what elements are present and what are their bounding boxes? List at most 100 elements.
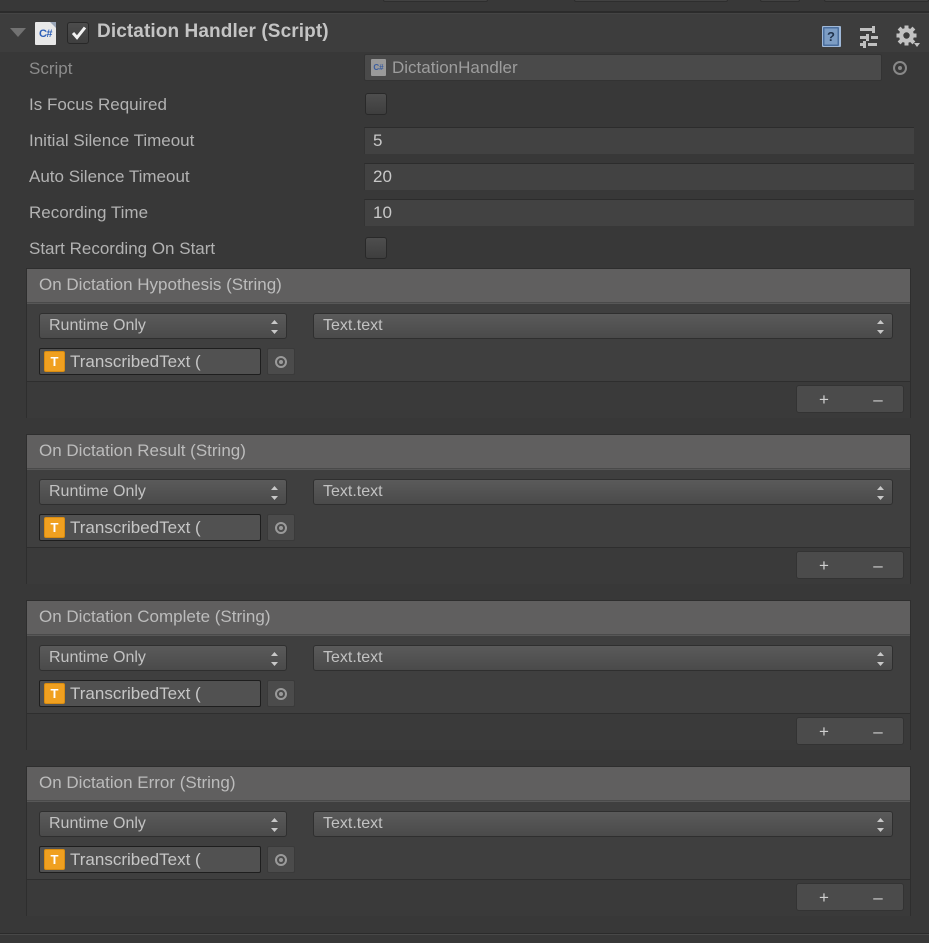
listener-method-label: Text.text — [323, 815, 383, 832]
event-footer-on-dictation-complete: + – — [26, 713, 911, 750]
listener-mode-dropdown[interactable]: Runtime Only — [39, 645, 287, 671]
script-object-field[interactable]: C# DictationHandler — [364, 54, 882, 81]
component-enabled-checkbox[interactable] — [67, 22, 89, 44]
add-listener-button[interactable]: + — [797, 386, 851, 414]
preset-icon[interactable] — [857, 24, 883, 50]
remove-listener-button[interactable]: – — [851, 552, 905, 580]
listener-method-dropdown[interactable]: Text.text — [313, 479, 893, 505]
add-remove-listener-buttons: + – — [796, 385, 904, 413]
property-label: Start Recording On Start — [29, 239, 216, 258]
add-listener-button[interactable]: + — [797, 884, 851, 912]
object-picker-icon — [275, 522, 287, 534]
start-recording-on-start-checkbox[interactable] — [365, 237, 387, 259]
chevron-updown-icon — [876, 485, 885, 506]
chevron-updown-icon — [270, 319, 279, 340]
event-listener-row: Runtime Only Text.text T TranscribedText… — [27, 801, 910, 880]
listener-method-dropdown[interactable]: Text.text — [313, 811, 893, 837]
listener-mode-label: Runtime Only — [49, 815, 146, 832]
field-fragment — [574, 0, 728, 2]
field-value: 10 — [373, 203, 392, 222]
listener-mode-label: Runtime Only — [49, 317, 146, 334]
field-fragment — [824, 0, 929, 2]
event-header[interactable]: On Dictation Error (String) — [27, 767, 910, 801]
text-component-icon: T — [44, 849, 65, 870]
chevron-updown-icon — [270, 817, 279, 838]
listener-method-dropdown[interactable]: Text.text — [313, 645, 893, 671]
script-object-name: DictationHandler — [392, 57, 518, 77]
property-row-script: Script C# DictationHandler — [0, 52, 929, 88]
object-picker-button[interactable] — [267, 680, 295, 707]
chevron-updown-icon — [270, 485, 279, 506]
event-footer-on-dictation-result: + – — [26, 547, 911, 584]
object-picker-button[interactable] — [267, 846, 295, 873]
field-fragment — [760, 0, 800, 2]
initial-silence-timeout-input[interactable]: 5 — [364, 127, 914, 154]
csharp-script-icon: C# — [35, 22, 56, 45]
text-component-icon: T — [44, 517, 65, 538]
event-listener-row: Runtime Only Text.text T TranscribedText… — [27, 635, 910, 714]
listener-target-name: TranscribedText ( — [70, 351, 201, 371]
event-header[interactable]: On Dictation Complete (String) — [27, 601, 910, 635]
object-picker-icon — [275, 356, 287, 368]
recording-time-input[interactable]: 10 — [364, 199, 914, 226]
object-picker-icon — [275, 854, 287, 866]
settings-gear-icon[interactable] — [895, 24, 921, 50]
listener-method-label: Text.text — [323, 483, 383, 500]
listener-target-name: TranscribedText ( — [70, 517, 201, 537]
chevron-updown-icon — [876, 651, 885, 672]
auto-silence-timeout-input[interactable]: 20 — [364, 163, 914, 190]
add-listener-button[interactable]: + — [797, 718, 851, 746]
listener-mode-dropdown[interactable]: Runtime Only — [39, 313, 287, 339]
property-label: Initial Silence Timeout — [29, 131, 195, 150]
object-picker-button[interactable] — [267, 348, 295, 375]
property-row-start-recording-on-start: Start Recording On Start — [0, 232, 929, 268]
property-row-auto-silence-timeout: Auto Silence Timeout 20 — [0, 160, 929, 196]
event-block-on-dictation-complete: On Dictation Complete (String) Runtime O… — [26, 600, 911, 714]
listener-target-object-field[interactable]: T TranscribedText ( — [39, 348, 261, 375]
listener-target-object-field[interactable]: T TranscribedText ( — [39, 846, 261, 873]
event-title: On Dictation Result (String) — [39, 441, 246, 460]
listener-mode-dropdown[interactable]: Runtime Only — [39, 811, 287, 837]
property-label: Recording Time — [29, 203, 149, 222]
listener-target-object-field[interactable]: T TranscribedText ( — [39, 514, 261, 541]
listener-method-label: Text.text — [323, 649, 383, 666]
property-row-initial-silence-timeout: Initial Silence Timeout 5 — [0, 124, 929, 160]
remove-listener-button[interactable]: – — [851, 718, 905, 746]
previous-component-fragment — [0, 0, 929, 11]
foldout-triangle-icon[interactable] — [10, 28, 26, 37]
event-footer-on-dictation-error: + – — [26, 879, 911, 916]
header-icon-group: ? — [819, 24, 921, 50]
event-footer: + – — [27, 880, 910, 916]
property-label: Script — [29, 59, 73, 78]
add-listener-button[interactable]: + — [797, 552, 851, 580]
property-label: Is Focus Required — [29, 95, 167, 114]
is-focus-required-checkbox[interactable] — [365, 93, 387, 115]
text-component-icon: T — [44, 683, 65, 704]
add-remove-listener-buttons: + – — [796, 883, 904, 911]
event-footer-on-dictation-hypothesis: + – — [26, 381, 911, 418]
listener-method-dropdown[interactable]: Text.text — [313, 313, 893, 339]
property-row-is-focus-required: Is Focus Required — [0, 88, 929, 124]
help-icon[interactable]: ? — [819, 24, 845, 50]
listener-method-label: Text.text — [323, 317, 383, 334]
listener-mode-label: Runtime Only — [49, 649, 146, 666]
field-value: 20 — [373, 167, 392, 186]
event-footer: + – — [27, 548, 910, 584]
add-remove-listener-buttons: + – — [796, 717, 904, 745]
event-block-on-dictation-hypothesis: On Dictation Hypothesis (String) Runtime… — [26, 268, 911, 382]
object-picker-icon[interactable] — [893, 61, 907, 75]
checkmark-icon — [71, 26, 87, 40]
remove-listener-button[interactable]: – — [851, 386, 905, 414]
chevron-updown-icon — [270, 651, 279, 672]
object-picker-button[interactable] — [267, 514, 295, 541]
event-header[interactable]: On Dictation Hypothesis (String) — [27, 269, 910, 303]
component-header[interactable]: C# Dictation Handler (Script) ? — [0, 14, 929, 52]
event-header[interactable]: On Dictation Result (String) — [27, 435, 910, 469]
event-block-on-dictation-result: On Dictation Result (String) Runtime Onl… — [26, 434, 911, 548]
listener-target-object-field[interactable]: T TranscribedText ( — [39, 680, 261, 707]
text-component-icon: T — [44, 351, 65, 372]
event-listener-row: Runtime Only Text.text T TranscribedText… — [27, 469, 910, 548]
listener-mode-dropdown[interactable]: Runtime Only — [39, 479, 287, 505]
remove-listener-button[interactable]: – — [851, 884, 905, 912]
event-title: On Dictation Complete (String) — [39, 607, 271, 626]
